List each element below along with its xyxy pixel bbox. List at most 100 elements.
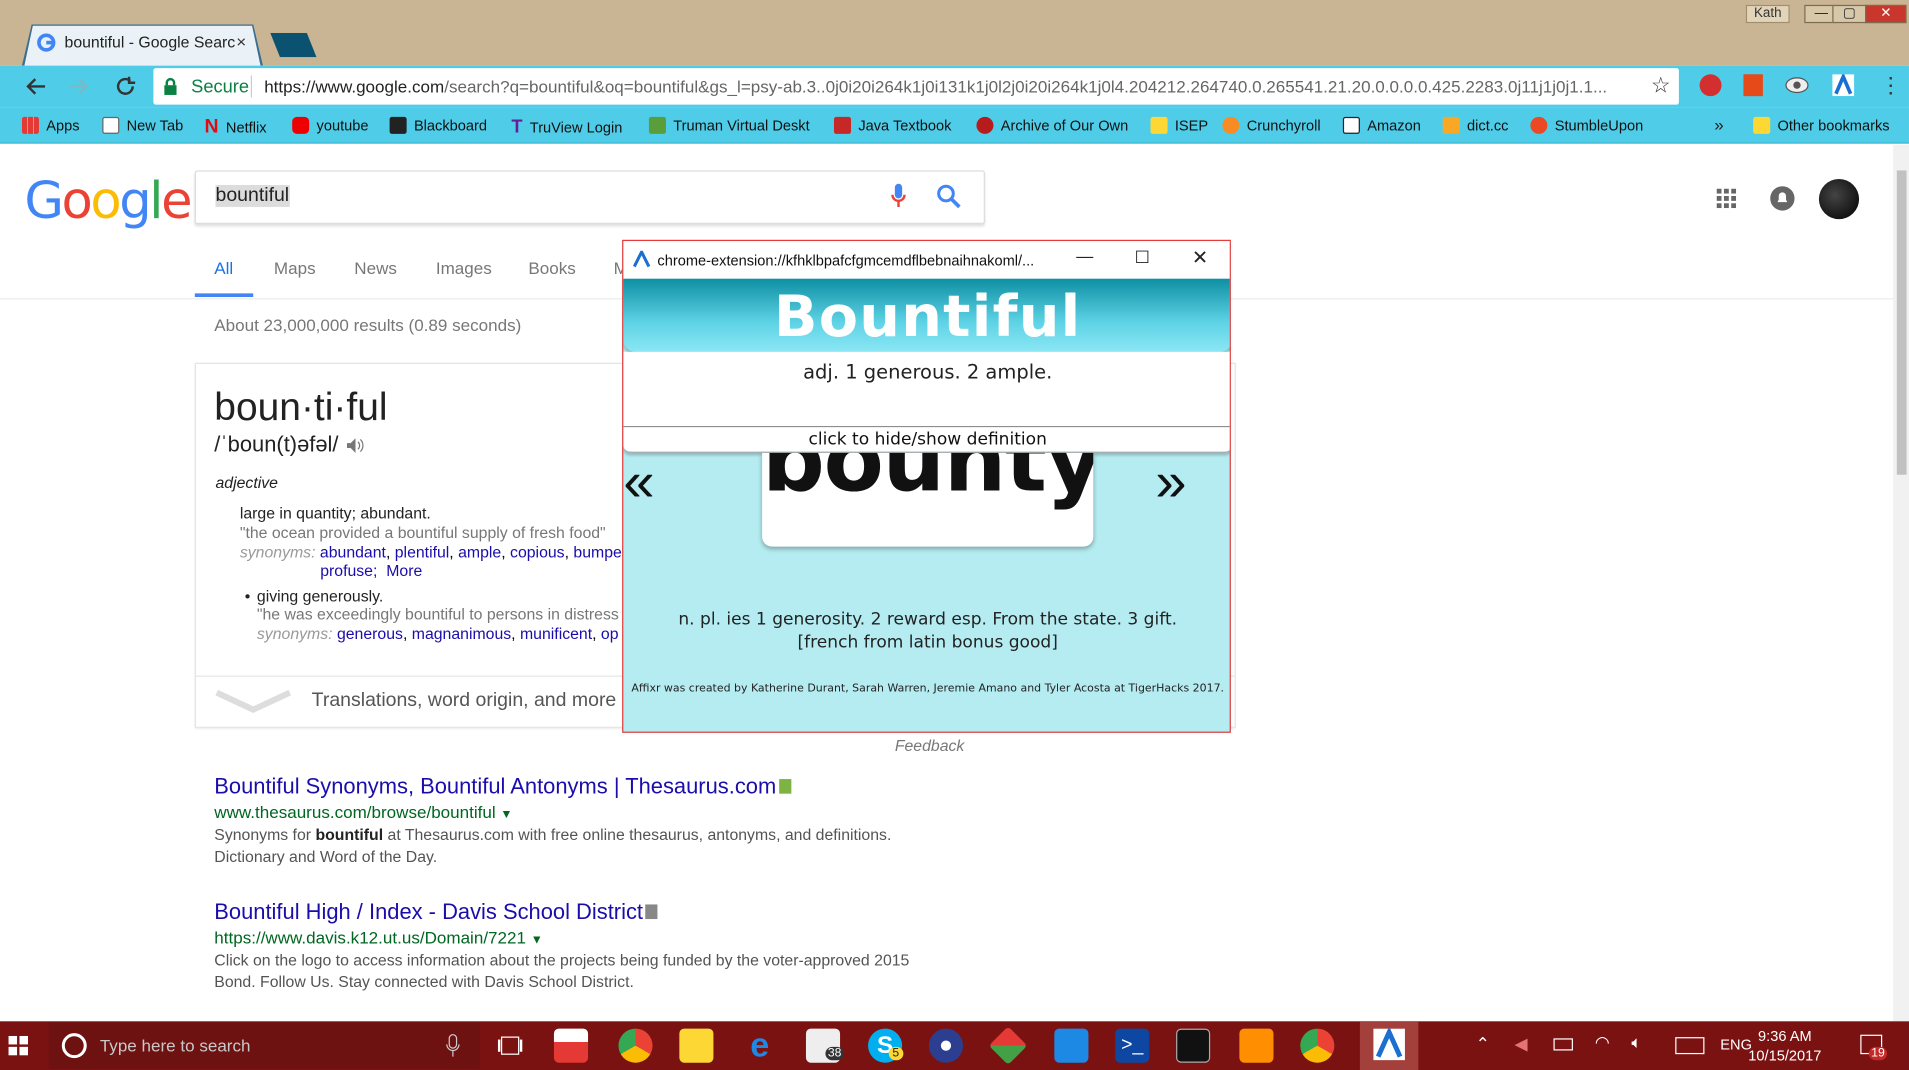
previous-word-button[interactable]: « <box>623 448 654 514</box>
microphone-icon[interactable] <box>891 183 906 210</box>
tab-close-button[interactable]: × <box>236 32 246 51</box>
synonym-link[interactable]: munificent <box>520 624 592 642</box>
tray-volume-warning-icon[interactable]: ◀ <box>1515 1033 1528 1054</box>
profile-button[interactable]: Kath <box>1745 4 1790 24</box>
tab-images[interactable]: Images <box>436 258 492 277</box>
result-url: www.thesaurus.com/browse/bountiful <box>214 802 496 822</box>
ublock-extension-icon[interactable] <box>1699 74 1722 97</box>
bookmark-java-textbook[interactable]: Java Textbook <box>833 116 952 134</box>
result-2-snippet: Click on the logo to access information … <box>214 949 969 993</box>
affixr-extension-icon[interactable] <box>1832 74 1855 97</box>
keyboard-icon[interactable] <box>1675 1037 1705 1055</box>
bookmark-netflix[interactable]: N Netflix <box>205 117 267 139</box>
terminal-app-icon[interactable] <box>1176 1028 1211 1063</box>
scrollbar-thumb[interactable] <box>1896 170 1907 475</box>
chrome-app-icon[interactable] <box>618 1028 653 1063</box>
store-app-icon[interactable] <box>553 1028 589 1063</box>
close-window-button[interactable]: ✕ <box>1865 4 1907 24</box>
search-icon[interactable] <box>935 183 962 210</box>
next-word-button[interactable]: » <box>1155 448 1186 514</box>
eye-extension-icon[interactable] <box>1785 77 1809 94</box>
tab-all[interactable]: All <box>214 258 233 277</box>
bookmark-dict[interactable]: dict.cc <box>1442 116 1508 134</box>
language-indicator[interactable]: ENG <box>1720 1036 1752 1053</box>
file-explorer-icon[interactable] <box>679 1028 714 1063</box>
bookmark-new-tab[interactable]: New Tab <box>102 116 183 134</box>
back-arrow-icon[interactable] <box>24 77 46 96</box>
bookmark-isep[interactable]: ISEP <box>1150 116 1208 134</box>
clock-date: 10/15/2017 <box>1748 1046 1822 1064</box>
bookmark-label: Amazon <box>1367 116 1421 134</box>
azure-app-icon[interactable] <box>1054 1028 1089 1063</box>
bookmark-crunchyroll[interactable]: Crunchyroll <box>1222 116 1321 134</box>
search-query[interactable]: bountiful <box>215 185 290 207</box>
result-title[interactable]: Bountiful Synonyms, Bountiful Antonyms |… <box>214 774 776 798</box>
result-title[interactable]: Bountiful High / Index - Davis School Di… <box>214 900 643 924</box>
popup-minimize-button[interactable]: — <box>1076 246 1093 265</box>
bookmark-label: Java Textbook <box>858 116 952 134</box>
speaker-tray-icon[interactable]: 🔈︎ <box>1631 1032 1641 1053</box>
reload-icon[interactable] <box>114 75 136 97</box>
chevron-down-icon[interactable] <box>214 688 292 715</box>
synonym-link[interactable]: copious <box>510 543 565 561</box>
result-2: Bountiful High / Index - Davis School Di… <box>214 900 658 926</box>
google-logo[interactable]: Google <box>24 170 192 230</box>
synonym-link[interactable]: plentiful <box>395 543 450 561</box>
windows-start-icon[interactable] <box>8 1035 29 1056</box>
taskbar-mic-icon[interactable] <box>446 1033 461 1057</box>
eclipse-app-icon[interactable] <box>928 1028 964 1063</box>
bookmark-youtube[interactable]: youtube <box>292 116 369 134</box>
synonym-link[interactable]: ample <box>458 543 501 561</box>
synonym-link[interactable]: op <box>601 624 619 642</box>
tray-chevron-icon[interactable]: ⌃ <box>1476 1033 1490 1054</box>
notifications-bell-icon[interactable] <box>1769 185 1796 212</box>
search-input[interactable] <box>194 170 985 224</box>
synonym-link[interactable]: abundant <box>320 543 386 561</box>
bookmark-star-icon[interactable]: ☆ <box>1651 73 1671 99</box>
bookmark-stumbleupon[interactable]: StumbleUpon <box>1530 116 1643 134</box>
maximize-button[interactable]: ▢ <box>1832 4 1867 24</box>
forward-arrow-icon[interactable] <box>68 77 90 96</box>
bookmark-ao3[interactable]: Archive of Our Own <box>976 116 1128 134</box>
synonym-link[interactable]: profuse; <box>320 561 377 579</box>
battery-icon[interactable] <box>1553 1038 1573 1051</box>
bookmark-amazon[interactable]: Amazon <box>1342 116 1421 134</box>
feedback-link[interactable]: Feedback <box>895 736 965 754</box>
more-synonyms-link[interactable]: More <box>386 561 422 579</box>
apps-grid-icon[interactable] <box>1716 188 1737 209</box>
popup-close-button[interactable]: ✕ <box>1192 246 1208 270</box>
chrome-menu-icon[interactable]: ⋮ <box>1880 73 1902 99</box>
chrome-app-icon-2[interactable] <box>1300 1028 1335 1063</box>
system-clock[interactable]: 9:36 AM 10/15/2017 <box>1748 1026 1821 1065</box>
translations-link[interactable]: Translations, word origin, and more <box>312 690 617 712</box>
bookmark-apps[interactable]: Apps <box>21 116 80 134</box>
wifi-icon[interactable]: ◠ <box>1595 1032 1610 1053</box>
bookmark-truview[interactable]: T TruView Login <box>511 117 622 138</box>
powershell-app-icon[interactable]: >_ <box>1115 1028 1150 1063</box>
edge-app-icon[interactable]: e <box>743 1028 777 1063</box>
result-1: Bountiful Synonyms, Bountiful Antonyms |… <box>214 774 791 800</box>
sublime-app-icon[interactable] <box>1239 1028 1274 1063</box>
office-extension-icon[interactable] <box>1743 74 1763 97</box>
part-of-speech: adjective <box>215 473 278 492</box>
bookmark-blackboard[interactable]: Blackboard <box>389 116 487 134</box>
speaker-icon[interactable] <box>346 436 365 453</box>
bookmark-truman-desktop[interactable]: Truman Virtual Deskt <box>648 116 815 134</box>
tab-books[interactable]: Books <box>528 258 575 277</box>
popup-definition: adj. 1 generous. 2 ample. <box>803 360 1053 384</box>
task-view-icon[interactable] <box>497 1035 524 1057</box>
other-bookmarks[interactable]: Other bookmarks <box>1753 116 1890 134</box>
toggle-definition-button[interactable]: click to hide/show definition <box>623 426 1230 453</box>
tab-maps[interactable]: Maps <box>274 258 316 277</box>
popup-maximize-button[interactable]: ☐ <box>1135 247 1150 268</box>
synonym-link[interactable]: generous <box>337 624 403 642</box>
avatar[interactable] <box>1818 178 1860 220</box>
tab-news[interactable]: News <box>354 258 397 277</box>
result-2-url[interactable]: https://www.davis.k12.ut.us/Domain/7221 … <box>214 928 543 947</box>
credits-text: Affixr was created by Katherine Durant, … <box>631 682 1225 696</box>
result-1-url[interactable]: www.thesaurus.com/browse/bountiful ▼ <box>214 802 512 821</box>
more-bookmarks-button[interactable]: » <box>1714 114 1723 133</box>
url-text[interactable]: https://www.google.com/search?q=bountifu… <box>264 77 1640 96</box>
synonym-link[interactable]: bumpe <box>573 543 621 561</box>
synonym-link[interactable]: magnanimous <box>412 624 511 642</box>
